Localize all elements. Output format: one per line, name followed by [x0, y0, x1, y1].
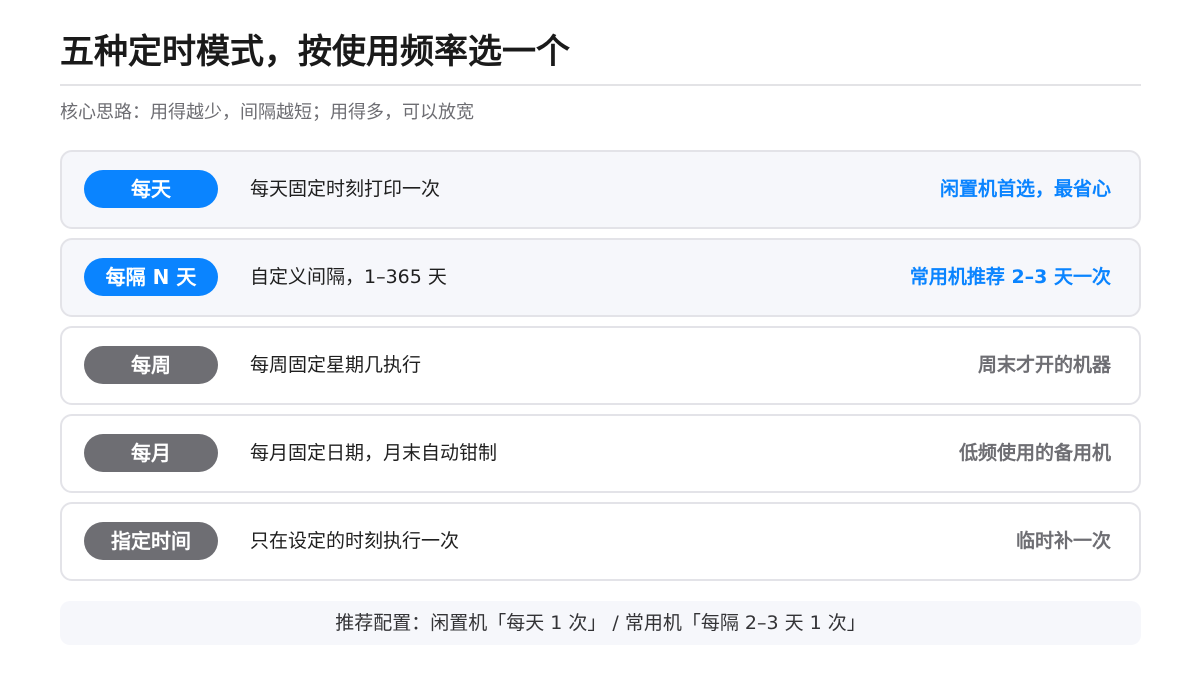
title-divider: [60, 84, 1141, 86]
mode-description-every-n-days: 自定义间隔，1–365 天: [250, 266, 447, 288]
mode-description-weekly: 每周固定星期几执行: [250, 354, 422, 376]
mode-description-daily: 每天固定时刻打印一次: [250, 178, 441, 200]
mode-row-weekly: 每周 每周固定星期几执行 周末才开的机器: [60, 326, 1141, 405]
mode-row-every-n-days: 每隔 N 天 自定义间隔，1–365 天 常用机推荐 2–3 天一次: [60, 238, 1141, 317]
mode-description-specific-time: 只在设定的时刻执行一次: [250, 530, 460, 552]
recommendation-text: 推荐配置：闲置机「每天 1 次」 / 常用机「每隔 2–3 天 1 次」: [335, 612, 866, 634]
mode-badge-daily: 每天: [84, 170, 218, 208]
mode-badge-monthly: 每月: [84, 434, 218, 472]
recommendation-footer: 推荐配置：闲置机「每天 1 次」 / 常用机「每隔 2–3 天 1 次」: [60, 601, 1141, 645]
mode-badge-specific-time: 指定时间: [84, 522, 218, 560]
mode-row-specific-time: 指定时间 只在设定的时刻执行一次 临时补一次: [60, 502, 1141, 581]
mode-note-specific-time: 临时补一次: [1015, 530, 1111, 552]
page-title: 五种定时模式，按使用频率选一个: [60, 32, 570, 72]
mode-badge-every-n-days: 每隔 N 天: [84, 258, 218, 296]
mode-description-monthly: 每月固定日期，月末自动钳制: [250, 442, 498, 464]
page-subtitle: 核心思路：用得越少，间隔越短；用得多，可以放宽: [60, 102, 474, 123]
mode-note-weekly: 周末才开的机器: [977, 354, 1111, 376]
mode-row-monthly: 每月 每月固定日期，月末自动钳制 低频使用的备用机: [60, 414, 1141, 493]
mode-note-every-n-days: 常用机推荐 2–3 天一次: [909, 266, 1111, 288]
mode-note-daily: 闲置机首选，最省心: [939, 178, 1111, 200]
mode-row-daily: 每天 每天固定时刻打印一次 闲置机首选，最省心: [60, 150, 1141, 229]
mode-badge-weekly: 每周: [84, 346, 218, 384]
mode-note-monthly: 低频使用的备用机: [958, 442, 1111, 464]
